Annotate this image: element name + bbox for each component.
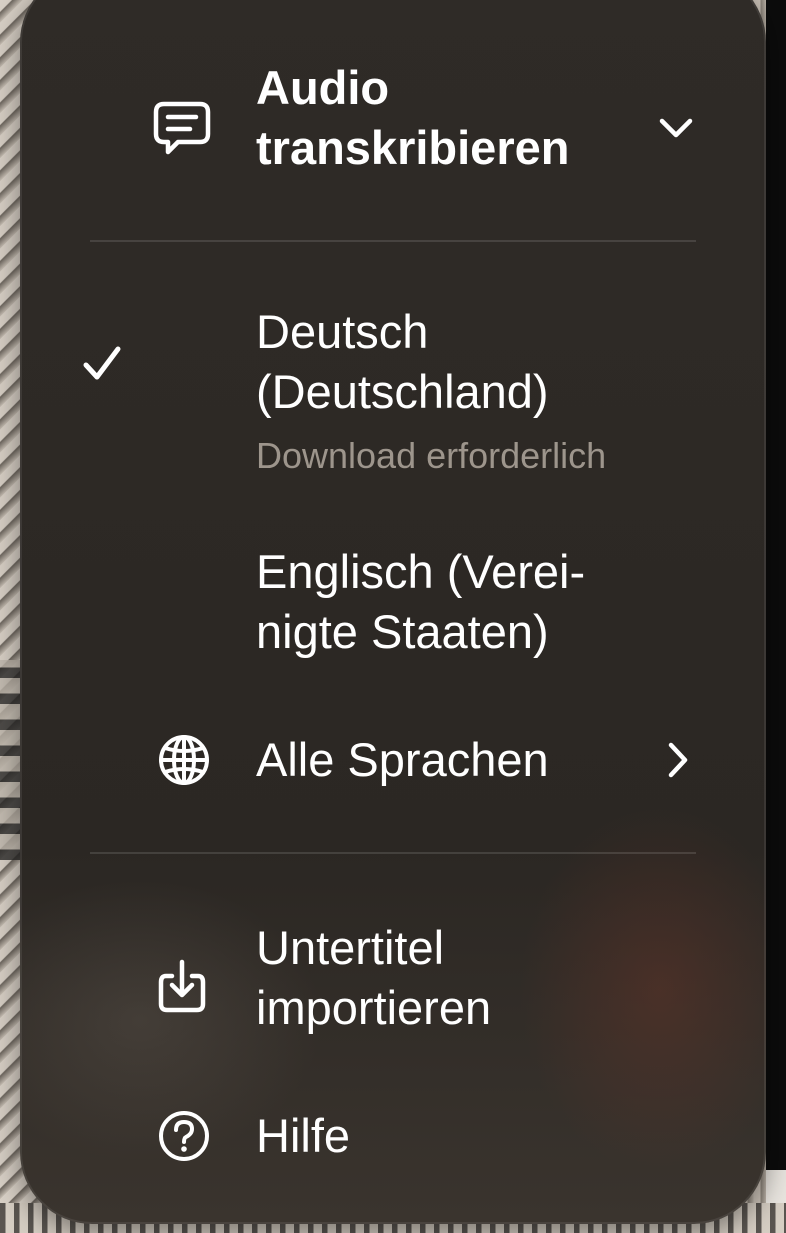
- language-option-label: Englisch (Verei- nigte Staaten): [256, 545, 586, 658]
- all-languages-item[interactable]: Alle Sprachen: [20, 728, 766, 792]
- globe-icon: [152, 728, 216, 792]
- help-label: Hilfe: [256, 1109, 351, 1162]
- background-right: [766, 0, 786, 1233]
- help-item[interactable]: Hilfe: [20, 1104, 766, 1168]
- chevron-down-icon[interactable]: [656, 108, 696, 148]
- question-circle-icon: [152, 1104, 216, 1168]
- language-option-sublabel: Download erforderlich: [256, 435, 607, 476]
- language-option-deutsch[interactable]: Deutsch (Deutschland) Download erforderl…: [20, 304, 766, 484]
- all-languages-label: Alle Sprachen: [256, 733, 549, 786]
- import-download-icon: [150, 954, 214, 1018]
- menu-header-transcribe-audio[interactable]: Audio transkribieren: [20, 60, 766, 200]
- language-option-englisch[interactable]: Englisch (Verei- nigte Staaten): [20, 544, 766, 674]
- divider-top: [90, 240, 696, 242]
- language-option-label: Deutsch (Deutschland): [256, 305, 549, 418]
- speech-bubble-icon: [150, 96, 214, 160]
- transcription-menu: Audio transkribieren Deutsch (Deutschlan…: [20, 0, 766, 1224]
- import-subtitles-item[interactable]: Untertitel importieren: [20, 920, 766, 1050]
- import-subtitles-label: Untertitel importieren: [256, 921, 492, 1034]
- divider-bottom: [90, 852, 696, 854]
- checkmark-icon: [82, 344, 122, 384]
- chevron-right-icon: [658, 740, 698, 780]
- menu-header-title: Audio transkribieren: [256, 61, 570, 174]
